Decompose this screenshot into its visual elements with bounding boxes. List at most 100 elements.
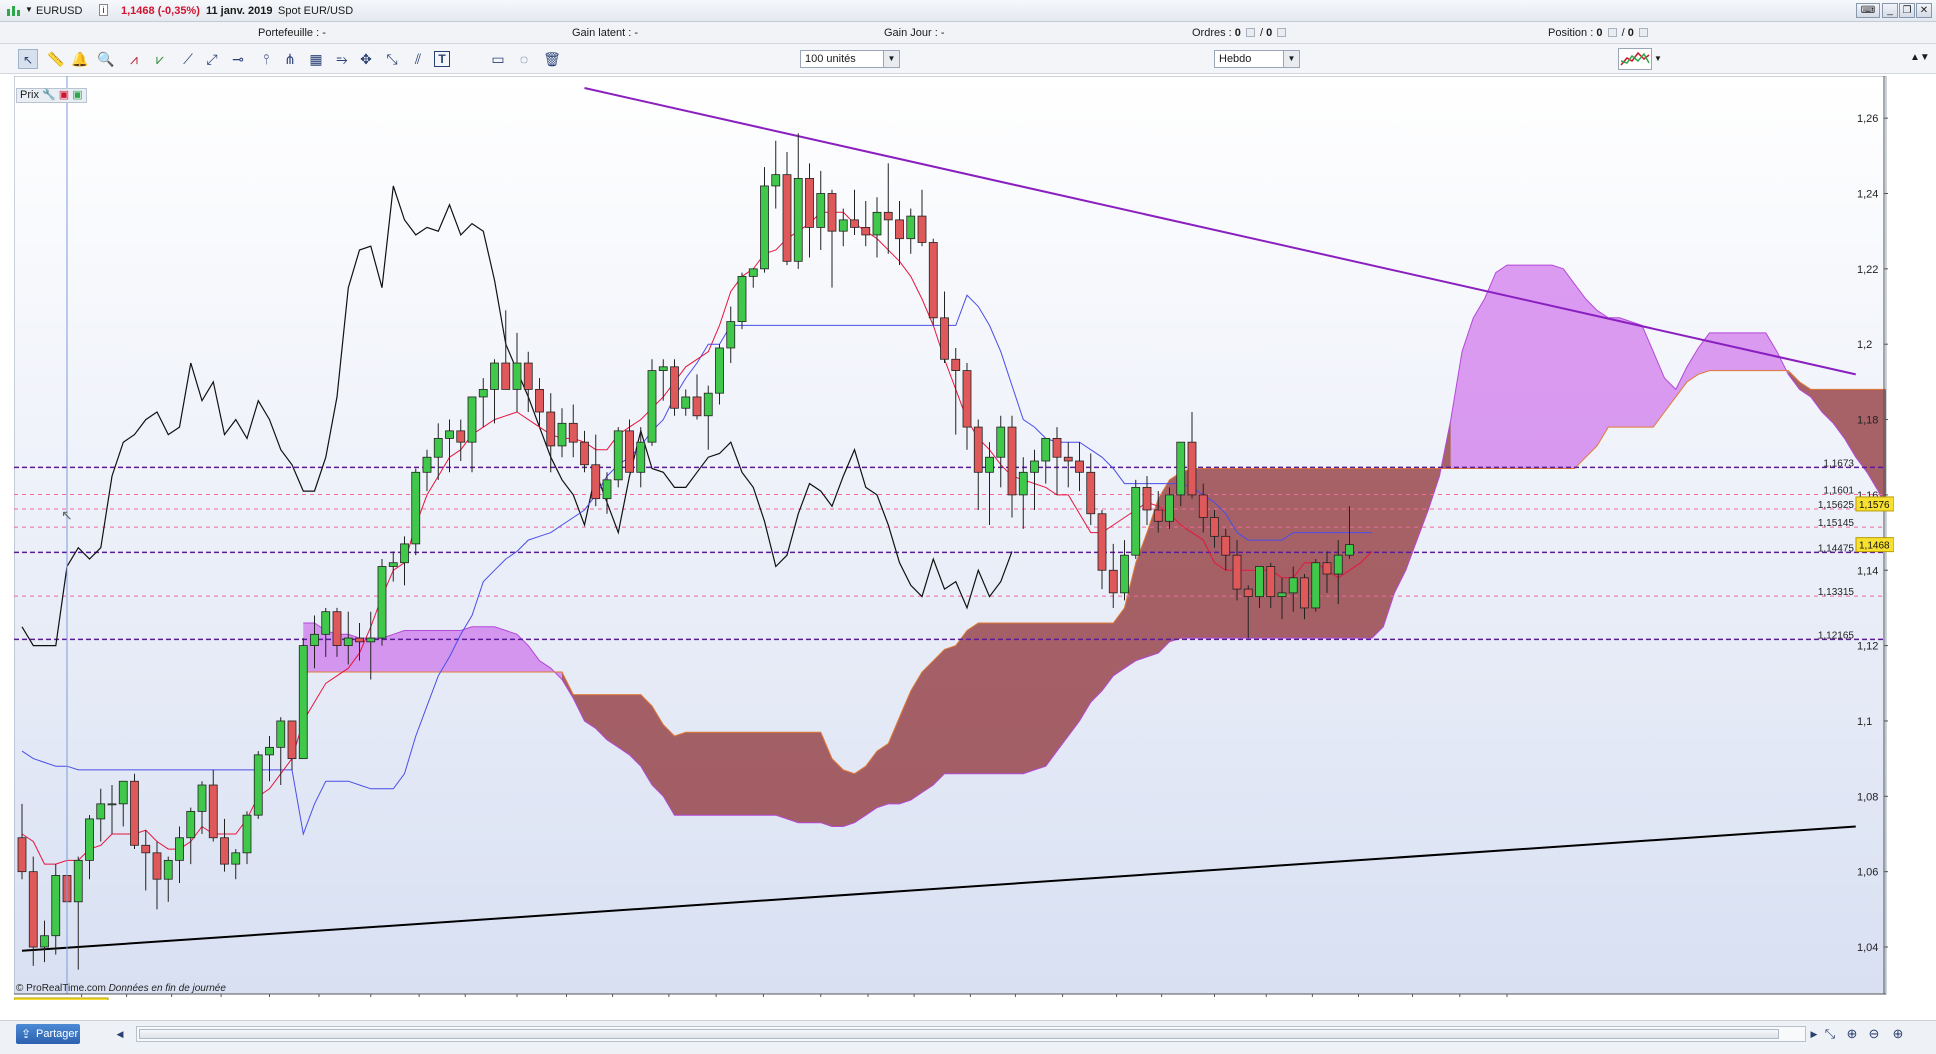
candle-bullish [310,633,319,647]
y-tick-label: 1,26 [1857,113,1878,125]
candle-bullish [85,818,94,861]
alert-bell-icon[interactable]: 🔔 [70,49,90,69]
candle-bearish [130,780,139,846]
level-label: 1,1673 [1823,458,1854,469]
restore-button[interactable]: ❐ [1899,3,1915,18]
candle-bearish [568,422,578,443]
symbol-label[interactable]: EURUSD [36,5,82,17]
wrench-icon[interactable]: 🔧 [42,89,56,101]
ordres-b-icon[interactable] [1277,28,1287,37]
candle-bullish [816,193,826,228]
chevron-down-icon[interactable]: ▼ [1654,54,1662,63]
minimize-button[interactable]: _ [1882,3,1898,18]
collapse-panel-icon[interactable]: ▣ [72,89,82,101]
y-tick-label: 1,22 [1857,264,1878,276]
candle-bullish [186,810,196,839]
fibonacci-icon[interactable]: ⩘ [124,49,144,69]
price-panel-label[interactable]: Prix 🔧 ▣ ▣ [16,88,87,103]
info-icon[interactable]: i [99,4,108,16]
candle-bullish [377,566,387,639]
candle-bearish [1221,535,1231,556]
candle-bullish [557,422,567,447]
vertical-line-icon[interactable]: ⫯ [256,49,276,69]
share-button[interactable]: ⇪ Partager [16,1024,80,1044]
close-panel-icon[interactable]: ▣ [59,89,69,101]
candle-bearish [28,871,38,948]
candle-bullish [1277,592,1287,598]
position-label: Position : [1548,27,1594,39]
instrument-icon[interactable] [6,4,22,20]
x-tick-label: 2019 [1201,999,1228,1001]
gann-icon[interactable]: ▦ [306,49,326,69]
chevron-down-icon[interactable]: ▼ [25,5,33,14]
zoom-icon[interactable]: 🔍 [96,49,116,69]
drawing-toolbar: ↖ 📏 🔔 🔍 ⩘ ⩗ ⟋ ⤢ ⊸ ⫯ ⋔ ▦ ⥱ ✥ ⤡ ⫽ T ▭ ◌ 🗑 … [0,44,1936,74]
chart-area[interactable]: 1,04 1,06 1,08 1,1 1,12 1,14 1,16 1,18 1,2 1,22 1,… [14,76,1894,1000]
indicator-menu-icon[interactable] [1618,48,1652,70]
chevron-down-icon[interactable]: ▼ [1283,51,1299,67]
zoom-in-icon[interactable]: ⊕ [1888,1024,1908,1044]
scrollbar-thumb[interactable] [139,1029,1779,1039]
share-icon: ⇪ [21,1027,32,1041]
candle-bearish [535,389,544,413]
candle-bullish [1255,566,1264,598]
keyboard-icon[interactable]: ⌨ [1856,3,1880,18]
period-select[interactable]: Hebdo ▼ [1214,50,1300,68]
position-a-icon[interactable] [1607,28,1617,37]
candle-bearish [1232,554,1242,590]
level-label: 1,15625 [1818,500,1855,511]
candle-bullish [1165,494,1174,522]
arrow-icon[interactable]: ✥ [356,49,376,69]
candle-bullish [411,471,421,545]
price-chart[interactable]: 1,041,061,081,11,121,141,161,181,21,221,… [14,76,1894,1000]
horizontal-line-icon[interactable]: ⊸ [228,49,248,69]
autoscale-icon[interactable]: ⤡ [1820,1024,1840,1044]
candle-bullish [231,852,241,865]
candle-bullish [1311,562,1321,609]
trendline-icon[interactable]: ⟋ [178,49,198,69]
candle-bearish [1266,566,1276,598]
period-value: Hebdo [1219,53,1252,65]
ruler-icon[interactable]: 📏 [46,49,66,69]
candle-bearish [208,784,218,839]
share-label: Partager [36,1028,79,1040]
candle-bullish [388,562,398,567]
regression-icon[interactable]: ⥱ [332,49,352,69]
zoom-out-icon[interactable]: ⊖ [1864,1024,1884,1044]
y-tick-label: 1,06 [1857,867,1878,879]
cursor-icon[interactable]: ↖ [18,49,38,69]
candle-bullish [433,437,443,458]
chevron-down-icon[interactable]: ▼ [883,51,899,67]
ordres-count-b: 0 [1266,27,1273,39]
gain-jour-value: - [940,27,945,39]
trash-icon[interactable]: 🗑 [542,49,562,69]
candle-bearish [1210,517,1219,537]
ray-icon[interactable]: ⤢ [202,49,222,69]
quote-date: 11 janv. 2019 [206,5,273,17]
zoom-fit-icon[interactable]: ⊕ [1842,1024,1862,1044]
ellipse-icon[interactable]: ◌ [514,49,534,69]
channel-icon[interactable]: ⩗ [150,49,170,69]
candle-bearish [1075,460,1084,473]
position-b-icon[interactable] [1638,28,1648,37]
quantity-select[interactable]: 100 unités ▼ [800,50,900,68]
candle-bearish [917,215,927,243]
candle-bearish [1153,509,1163,522]
ordres-label: Ordres : [1192,27,1232,39]
close-button[interactable]: ✕ [1916,3,1932,18]
rectangle-icon[interactable]: ▭ [488,49,508,69]
scroll-left-icon[interactable]: ◀ [110,1024,130,1044]
ordres-count-a: 0 [1234,27,1241,39]
pitchfork-icon[interactable]: ⋔ [280,49,300,69]
parallel-channel-icon[interactable]: ⫽ [408,49,428,69]
portefeuille-value: - [322,27,326,39]
sidebar-toggle-icon[interactable]: ▲▼ [1910,52,1930,63]
ordres-group: Ordres : 0 / 0 [1192,27,1288,39]
candle-bullish [996,426,1006,458]
horizontal-scrollbar[interactable] [136,1026,1806,1042]
ordres-a-icon[interactable] [1245,28,1255,37]
gain-jour-label: Gain Jour : [884,27,938,39]
parallel-lines-icon[interactable]: ⤡ [382,49,402,69]
text-icon[interactable]: T [434,51,450,67]
candle-bearish [1322,562,1332,575]
